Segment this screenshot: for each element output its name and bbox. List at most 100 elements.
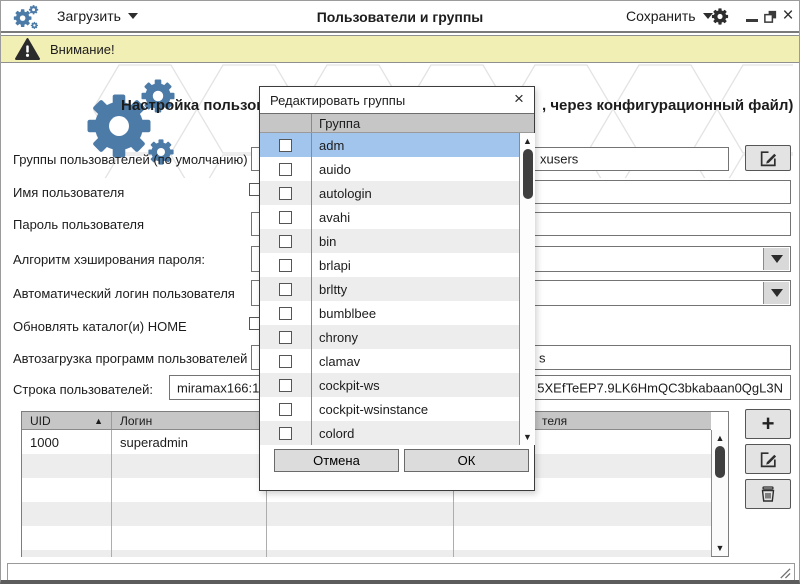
trash-icon <box>759 485 777 503</box>
minimize-icon <box>746 19 758 22</box>
group-row[interactable]: cockpit-wsinstance <box>260 397 519 421</box>
group-row[interactable]: brltty <box>260 277 519 301</box>
close-icon: × <box>514 89 524 108</box>
edit-user-button[interactable] <box>745 444 791 474</box>
table-row[interactable] <box>22 502 711 526</box>
group-list: adm auidoautologin avahi binbrlapibrlttybum… <box>260 133 519 445</box>
group-column-header: Группа <box>312 114 360 132</box>
default-groups-label: Группы пользователей (по умолчанию) <box>13 152 248 167</box>
group-label: cockpit-wsinstance <box>312 402 428 417</box>
table-cell <box>112 526 267 550</box>
default-groups-value: xusers <box>540 152 578 167</box>
close-button[interactable]: × <box>779 1 797 31</box>
settings-button[interactable] <box>711 1 729 31</box>
group-row[interactable]: brlapi <box>260 253 519 277</box>
group-row[interactable]: avahi <box>260 205 519 229</box>
checkbox-icon <box>279 283 292 296</box>
group-row[interactable]: colord <box>260 421 519 445</box>
group-row[interactable]: autologin <box>260 181 519 205</box>
scroll-up-icon[interactable]: ▲ <box>520 134 535 148</box>
group-row[interactable]: bin <box>260 229 519 253</box>
password-label: Пароль пользователя <box>13 217 144 232</box>
checkbox-icon <box>279 403 292 416</box>
table-cell <box>454 550 711 557</box>
column-header-login[interactable]: Логин <box>112 412 267 429</box>
table-row[interactable] <box>22 550 711 557</box>
group-checkbox[interactable] <box>260 181 312 205</box>
dialog-vertical-scrollbar[interactable]: ▲ ▼ <box>519 133 535 445</box>
checkbox-icon <box>279 355 292 368</box>
group-checkbox[interactable] <box>260 229 312 253</box>
scroll-down-icon[interactable]: ▼ <box>520 430 535 444</box>
dialog-close-button[interactable]: × <box>510 89 528 109</box>
resize-grip-icon[interactable] <box>778 566 791 579</box>
cancel-button[interactable]: Отмена <box>274 449 399 472</box>
table-vertical-scrollbar[interactable]: ▲ ▼ <box>711 430 728 556</box>
minimize-button[interactable] <box>743 1 761 31</box>
scroll-down-icon[interactable]: ▼ <box>712 541 728 555</box>
table-cell <box>454 526 711 550</box>
group-label: adm <box>312 138 344 153</box>
restore-icon <box>763 9 778 24</box>
table-cell <box>22 502 112 526</box>
group-checkbox[interactable] <box>260 133 312 157</box>
table-cell <box>267 502 454 526</box>
group-row[interactable]: adm <box>260 133 519 157</box>
username-label: Имя пользователя <box>13 185 124 200</box>
status-bar <box>7 563 795 582</box>
scrollbar-thumb[interactable] <box>523 149 533 199</box>
group-checkbox[interactable] <box>260 277 312 301</box>
group-row[interactable]: auido <box>260 157 519 181</box>
group-checkbox[interactable] <box>260 253 312 277</box>
table-row[interactable] <box>22 526 711 550</box>
autologin-label: Автоматический логин пользователя <box>13 286 235 301</box>
restore-button[interactable] <box>761 1 779 31</box>
group-checkbox[interactable] <box>260 301 312 325</box>
group-label: cockpit-ws <box>312 378 380 393</box>
group-row[interactable]: cockpit-ws <box>260 373 519 397</box>
delete-user-button[interactable] <box>745 479 791 509</box>
save-menu-label: Сохранить <box>626 8 696 24</box>
group-checkbox[interactable] <box>260 205 312 229</box>
group-row[interactable]: bumblbee <box>260 301 519 325</box>
checkbox-icon <box>279 427 292 440</box>
table-cell <box>112 454 267 478</box>
column-header-uid[interactable]: UID ▲ <box>22 412 112 429</box>
dropdown-button[interactable] <box>763 248 789 270</box>
table-cell <box>22 550 112 557</box>
table-cell <box>22 526 112 550</box>
group-row[interactable]: chrony <box>260 325 519 349</box>
group-list-header: Группа <box>260 114 534 133</box>
table-cell <box>267 550 454 557</box>
checkbox-icon <box>279 379 292 392</box>
dropdown-button[interactable] <box>763 282 789 304</box>
dialog-title-bar[interactable]: Редактировать группы × <box>260 87 534 114</box>
ok-button[interactable]: ОК <box>404 449 529 472</box>
group-checkbox[interactable] <box>260 421 312 445</box>
group-checkbox[interactable] <box>260 397 312 421</box>
group-label: avahi <box>312 210 350 225</box>
autostart-value: s <box>539 350 546 365</box>
save-menu-button[interactable]: Сохранить <box>626 8 713 24</box>
scroll-up-icon[interactable]: ▲ <box>712 431 728 445</box>
table-cell <box>22 478 112 502</box>
group-checkbox[interactable] <box>260 157 312 181</box>
checkbox-icon <box>279 187 292 200</box>
group-checkbox[interactable] <box>260 373 312 397</box>
autostart-label: Автозагрузка программ пользователей <box>13 351 247 366</box>
scrollbar-thumb[interactable] <box>715 446 725 478</box>
chevron-down-icon <box>771 255 783 263</box>
group-checkbox[interactable] <box>260 325 312 349</box>
add-user-button[interactable]: + <box>745 409 791 439</box>
group-label: colord <box>312 426 354 441</box>
warning-text: Внимание! <box>50 42 115 57</box>
table-cell <box>112 550 267 557</box>
edit-groups-dialog: Редактировать группы × Группа adm auidoau… <box>259 86 535 491</box>
edit-icon <box>759 149 778 168</box>
group-checkbox[interactable] <box>260 349 312 373</box>
checkbox-icon <box>279 259 292 272</box>
user-string-value-right: 5XEfTeEP7.9LK6HmQC3bkabaan0QgL3N <box>537 380 783 395</box>
checkbox-icon <box>279 331 292 344</box>
edit-groups-button[interactable] <box>745 145 791 171</box>
group-row[interactable]: clamav <box>260 349 519 373</box>
